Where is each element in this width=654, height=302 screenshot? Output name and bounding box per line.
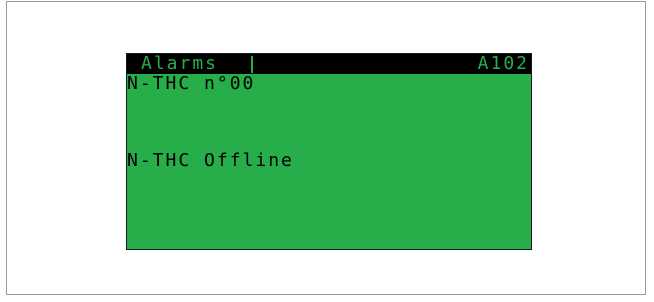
text-cursor [251,56,253,73]
screen-title: Alarms [141,53,219,74]
lcd-screen: Alarms A102 N-THC n°00 N-THC Offline [126,53,532,250]
screen-code: A102 [477,53,529,74]
lcd-header-bar: Alarms A102 [127,54,531,74]
alarm-message-line: N-THC Offline [127,150,294,171]
device-id-line: N-THC n°00 [127,73,256,94]
